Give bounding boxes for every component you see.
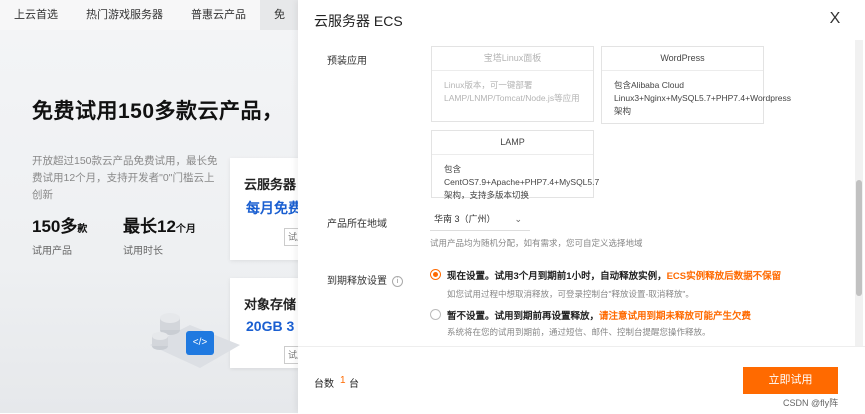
stat-duration-unit: 个月 [175,224,196,235]
stat-duration-label: 试用时长 [123,246,163,257]
quantity-label: 台数 [314,379,334,390]
top-nav: 上云首选 热门游戏服务器 普惠云产品 免 [0,0,300,30]
expire-label-text: 到期释放设置 [327,276,387,287]
product-card-ecs[interactable]: 云服务器 每月免费 试用 [230,158,300,260]
info-icon[interactable]: i [392,275,403,287]
stat-duration-number: 最长12 [123,217,176,236]
release-now-text: 现在设置。试用3个月到期前1小时，自动释放实例， [447,271,667,282]
stat-duration: 最长12个月 试用时长 [123,212,196,257]
app-card-name: WordPress [602,47,763,71]
expire-label: 到期释放设置 i [327,272,403,287]
chevron-down-icon: ⌄ [514,214,522,224]
stat-products-number: 150多 [32,217,78,236]
close-icon[interactable]: X [825,8,845,30]
drawer-footer: 台数 1 台 立即试用 [298,346,865,414]
region-select-value: 华南 3（广州） [434,214,496,224]
app-card-name: LAMP [432,131,593,155]
product-card-subtitle: 每月免费 [246,200,300,216]
region-hint: 试用产品均为随机分配，如有需求，您可自定义选择地域 [430,238,643,248]
stat-products-unit: 款 [77,224,88,235]
stat-products-label: 试用产品 [32,246,72,257]
app-card-name: 宝塔Linux面板 [432,47,593,71]
scrollbar-thumb[interactable] [856,180,862,296]
product-card-oss[interactable]: 对象存储 20GB 3 试用 [230,278,300,368]
preinstall-label: 预装应用 [327,56,367,67]
release-now-warning: ECS实例释放后数据不保留 [666,271,782,282]
region-label: 产品所在地域 [327,219,387,230]
product-card-subtitle: 20GB 3 [246,318,295,334]
quantity-unit: 台 [349,379,359,390]
release-later-hint: 系统将在您的试用到期前，通过短信、邮件、控制台提醒您操作释放。 [447,327,711,337]
code-icon: </> [186,331,214,355]
app-card-wordpress[interactable]: WordPress 包含Alibaba Cloud Linux3+Nginx+M… [601,46,792,124]
release-later-radio[interactable] [430,309,441,320]
server-illustration [150,313,240,368]
release-now-option[interactable]: 现在设置。试用3个月到期前1小时，自动释放实例，ECS实例释放后数据不保留 [447,268,781,282]
quantity-value: 1 [340,375,346,386]
nav-item-free[interactable]: 免 [260,0,299,30]
app-card-description: 包含Alibaba Cloud Linux3+Nginx+MySQL5.7+PH… [614,80,792,116]
try-now-button[interactable]: 立即试用 [743,367,838,394]
drawer-body: 预装应用 宝塔Linux面板 Linux版本，可一键部署LAMP/LNMP/To… [314,40,849,346]
app-card-lamp[interactable]: LAMP 包含CentOS7.9+Apache+PHP7.4+MySQL5.7架… [431,130,599,200]
release-now-hint: 如您试用过程中想取消释放，可登录控制台"释放设置-取消释放"。 [447,289,694,299]
region-select[interactable]: 华南 3（广州） ⌄ [430,208,530,231]
product-card-title: 云服务器 [244,177,297,192]
release-later-option[interactable]: 暂不设置。试用到期前再设置释放，请注意试用到期未释放可能产生欠费 [447,308,751,322]
release-later-text: 暂不设置。试用到期前再设置释放， [447,311,600,322]
drawer-title: 云服务器 ECS [314,13,403,29]
hero-description: 开放超过150款云产品免费试用，最长免费试用12个月，支持开发者"0"门槛云上创… [32,155,218,201]
nav-item-inclusive[interactable]: 普惠云产品 [177,0,260,30]
drawer-header: 云服务器 ECS X [298,0,865,40]
release-now-radio[interactable] [430,269,441,280]
watermark: CSDN @fly阵 [783,398,839,408]
app-card-description: 包含CentOS7.9+Apache+PHP7.4+MySQL5.7架构，支持多… [444,164,600,200]
hero-title: 免费试用150多款云产品， [32,100,284,123]
app-card-bt-panel[interactable]: 宝塔Linux面板 Linux版本，可一键部署LAMP/LNMP/Tomcat/… [431,46,594,122]
nav-item-top-pick[interactable]: 上云首选 [0,0,72,30]
product-card-title: 对象存储 [244,297,297,312]
release-later-warning: 请注意试用到期未释放可能产生欠费 [599,311,752,322]
ecs-drawer: 云服务器 ECS X 预装应用 宝塔Linux面板 Linux版本，可一键部署L… [298,0,865,414]
nav-item-game-servers[interactable]: 热门游戏服务器 [72,0,177,30]
drawer-scrollbar[interactable] [855,40,863,346]
background-page: 上云首选 热门游戏服务器 普惠云产品 免 免费试用150多款云产品， 开放超过1… [0,0,300,413]
app-card-description: Linux版本，可一键部署LAMP/LNMP/Tomcat/Node.js等应用 [444,80,580,103]
stat-products: 150多款 试用产品 [32,212,87,257]
